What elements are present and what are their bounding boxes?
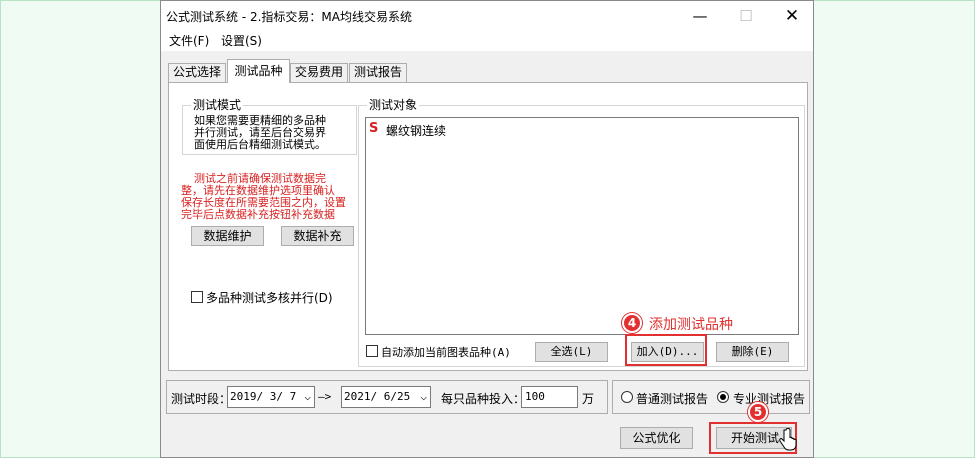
test-mode-legend: 测试模式 bbox=[191, 98, 244, 112]
start-date-picker[interactable]: 2019/ 3/ 7 ⌵ bbox=[227, 386, 315, 408]
title-bar: 公式测试系统 - 2.指标交易：MA均线交易系统 — ☐ ✕ bbox=[161, 1, 813, 31]
tab-formula-select[interactable]: 公式选择 bbox=[168, 63, 226, 82]
warning-line-4: 完毕后点数据补充按钮补充数据 bbox=[181, 208, 335, 221]
chevron-down-icon: ⌵ bbox=[304, 390, 311, 403]
formula-test-window: 公式测试系统 - 2.指标交易：MA均线交易系统 — ☐ ✕ 文件(F) 设置(… bbox=[160, 0, 814, 458]
menu-settings[interactable]: 设置(S) bbox=[221, 32, 262, 49]
invest-unit: 万 bbox=[582, 392, 595, 406]
end-date-picker[interactable]: 2021/ 6/25 ⌵ bbox=[341, 386, 431, 408]
highlight-add-button bbox=[625, 334, 707, 366]
tab-trade-fees[interactable]: 交易费用 bbox=[290, 63, 348, 82]
multi-core-label: 多品种测试多核并行(D) bbox=[206, 291, 333, 305]
maximize-icon[interactable]: ☐ bbox=[723, 1, 769, 31]
end-date-value: 2021/ 6/25 bbox=[344, 390, 411, 403]
step-4-badge: 4 bbox=[622, 313, 642, 333]
step-5-badge: 5 bbox=[748, 402, 768, 422]
data-supplement-button[interactable]: 数据补充 bbox=[281, 226, 354, 246]
test-period-label: 测试时段： bbox=[171, 392, 232, 406]
pro-report-label: 专业测试报告 bbox=[733, 392, 806, 406]
formula-optimize-button[interactable]: 公式优化 bbox=[620, 427, 693, 449]
step-4-annotation: 添加测试品种 bbox=[649, 317, 733, 333]
multi-core-checkbox[interactable] bbox=[191, 291, 203, 303]
tab-test-report[interactable]: 测试报告 bbox=[349, 63, 407, 82]
test-mode-desc-3: 面使用后台精细测试模式。 bbox=[194, 138, 326, 151]
start-date-value: 2019/ 3/ 7 bbox=[230, 390, 297, 403]
date-range-arrow: —> bbox=[318, 390, 332, 403]
menu-bar: 文件(F) 设置(S) bbox=[161, 31, 813, 51]
data-maintain-button[interactable]: 数据维护 bbox=[191, 226, 264, 246]
test-objects-list[interactable]: S 螺纹钢连续 bbox=[365, 117, 799, 335]
minimize-icon[interactable]: — bbox=[677, 1, 723, 31]
test-objects-legend: 测试对象 bbox=[367, 98, 420, 112]
auto-add-checkbox[interactable] bbox=[366, 345, 378, 357]
invest-input[interactable]: 100 bbox=[521, 386, 578, 408]
delete-button[interactable]: 删除(E) bbox=[716, 342, 789, 362]
list-item-name: 螺纹钢连续 bbox=[386, 124, 447, 138]
auto-add-label: 自动添加当前图表品种(A) bbox=[381, 346, 511, 359]
chevron-down-icon: ⌵ bbox=[420, 390, 427, 403]
normal-report-label: 普通测试报告 bbox=[636, 392, 709, 406]
hand-cursor-icon bbox=[779, 428, 797, 451]
symbol-s-icon: S bbox=[369, 121, 379, 136]
select-all-button[interactable]: 全选(L) bbox=[535, 342, 608, 362]
pro-report-radio[interactable] bbox=[717, 391, 729, 403]
invest-label: 每只品种投入： bbox=[441, 392, 526, 406]
tab-test-symbols[interactable]: 测试品种 bbox=[227, 59, 290, 83]
menu-file[interactable]: 文件(F) bbox=[169, 32, 209, 49]
close-icon[interactable]: ✕ bbox=[769, 1, 815, 31]
normal-report-radio[interactable] bbox=[621, 391, 633, 403]
window-title: 公式测试系统 - 2.指标交易：MA均线交易系统 bbox=[166, 10, 412, 24]
